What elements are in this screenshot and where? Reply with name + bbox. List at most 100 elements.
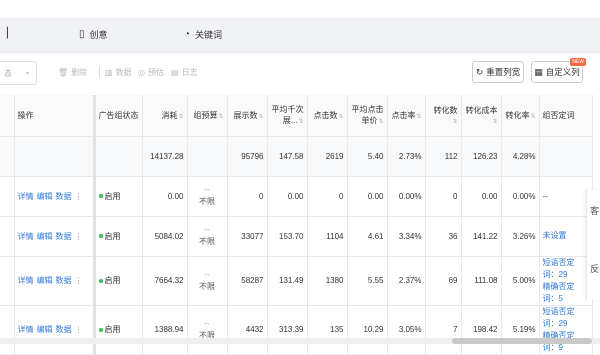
header-cpc[interactable]: 平均点击单价⇅: [347, 95, 388, 137]
negative-keyword-link[interactable]: 未设置: [543, 230, 589, 242]
totals-clicks: 2619: [307, 136, 348, 177]
sort-icon[interactable]: ⇅: [378, 119, 383, 125]
horizontal-scrollbar[interactable]: [0, 338, 600, 344]
sort-icon[interactable]: ⇅: [258, 114, 263, 120]
row-spend: 1388.94: [142, 305, 188, 355]
row-impressions: 33077: [227, 216, 268, 257]
header-cost-per-conv[interactable]: 转化成本⇅: [461, 95, 502, 137]
table-row: 详情 编辑 数据 ⋮ 启用 0.00 -- 不限 0 0.00 0 0.00 0.00% 0 0.00 0.0…: [0, 176, 593, 217]
row-budget: -- 不限: [187, 256, 228, 306]
scrollbar-thumb[interactable]: [452, 338, 592, 344]
status-text: 启用: [104, 191, 121, 201]
budget-dash: --: [204, 185, 210, 194]
header-ctr[interactable]: 点击率⇅: [387, 95, 426, 137]
delete-button[interactable]: 🗑 删除: [58, 67, 87, 78]
top-strip: [0, 0, 600, 18]
custom-columns-label: 自定义列: [545, 67, 580, 77]
row-clicks: 1380: [307, 256, 348, 306]
row-spend: 0.00: [142, 176, 188, 217]
row-cpm: 313.39: [267, 305, 308, 355]
header-spend[interactable]: 消耗⇅: [142, 95, 188, 137]
sort-icon[interactable]: ⇅: [298, 119, 303, 125]
ad-group-table: 操作 广告组状态 消耗⇅ 组预算⇅ 展示数⇅ 平均千次展...⇅ 点击数⇅ 平均…: [0, 95, 593, 355]
more-icon[interactable]: ⋮: [75, 232, 83, 241]
header-conversions[interactable]: 转化数⇅: [425, 95, 462, 137]
tab-keyword[interactable]: ◔ 关键词: [184, 28, 222, 41]
edit-link[interactable]: 编辑: [37, 192, 53, 201]
row-conversions: 69: [425, 256, 462, 306]
sort-icon[interactable]: ⇅: [178, 114, 183, 120]
header-budget[interactable]: 组预算⇅: [187, 95, 228, 137]
row-spacer: [0, 256, 15, 306]
row-cpc: 4.61: [347, 216, 388, 257]
negative-keyword-link[interactable]: 精确否定词：5: [543, 281, 589, 305]
side-widget[interactable]: 客 反: [586, 190, 600, 300]
row-spend: 7664.32: [142, 256, 188, 306]
row-cpm: 0.00: [267, 176, 308, 217]
detail-link[interactable]: 详情: [18, 325, 34, 334]
sort-icon[interactable]: ⇅: [530, 114, 535, 120]
detail-link[interactable]: 详情: [18, 192, 34, 201]
sort-icon[interactable]: ⇅: [452, 119, 457, 125]
edit-link[interactable]: 编辑: [37, 276, 53, 285]
header-impressions[interactable]: 展示数⇅: [227, 95, 268, 137]
row-spend: 5084.02: [142, 216, 188, 257]
header-cpm[interactable]: 平均千次展...⇅: [267, 95, 308, 137]
data-label: 数据: [115, 68, 132, 77]
status-dot-icon: [98, 194, 103, 199]
reset-columns-button[interactable]: ↻ 重置列宽: [472, 61, 524, 83]
sort-icon[interactable]: ⇅: [218, 114, 223, 120]
header-spacer: [0, 95, 15, 137]
custom-columns-button[interactable]: ▦ 自定义列 NEW: [531, 58, 586, 83]
header-status: 广告组状态: [94, 95, 143, 137]
compare-button[interactable]: ◎ 预估: [138, 67, 164, 78]
row-cpm: 131.49: [267, 256, 308, 306]
row-ctr: 0.00%: [387, 176, 426, 217]
totals-cpc: 5.40: [347, 136, 388, 177]
data-link[interactable]: 数据: [56, 192, 72, 201]
negative-keyword-link[interactable]: 短语否定词：29: [543, 257, 589, 281]
row-conv-rate: 0.00%: [501, 176, 540, 217]
data-link[interactable]: 数据: [56, 232, 72, 241]
sort-icon[interactable]: ⇅: [338, 114, 343, 120]
negative-keyword-link[interactable]: 短语否定词：29: [543, 306, 589, 330]
budget-text: 不限: [199, 197, 215, 206]
compare-label: 预估: [147, 68, 164, 77]
row-ctr: 3.34%: [387, 216, 426, 257]
data-button[interactable]: ▥ 数据: [105, 67, 132, 78]
keyword-icon: ◔: [184, 29, 191, 40]
log-icon: ▤: [171, 68, 179, 77]
chevron-down-icon: ⌄: [24, 67, 31, 76]
edit-link[interactable]: 编辑: [37, 232, 53, 241]
data-link[interactable]: 数据: [56, 325, 72, 334]
row-impressions: 4432: [227, 305, 268, 355]
detail-link[interactable]: 详情: [18, 232, 34, 241]
totals-actions: [14, 136, 96, 177]
row-actions: 详情 编辑 数据 ⋮: [14, 216, 96, 257]
reset-icon: ↻: [475, 66, 484, 77]
edit-link[interactable]: 编辑: [37, 325, 53, 334]
header-clicks[interactable]: 点击数⇅: [307, 95, 348, 137]
more-icon[interactable]: ⋮: [75, 276, 83, 285]
table-header: 操作 广告组状态 消耗⇅ 组预算⇅ 展示数⇅ 平均千次展...⇅ 点击数⇅ 平均…: [0, 95, 593, 137]
new-badge: NEW: [570, 58, 586, 66]
more-icon[interactable]: ⋮: [75, 192, 83, 201]
header-conv-rate[interactable]: 转化率⇅: [501, 95, 540, 137]
totals-status: [94, 136, 143, 177]
sort-icon[interactable]: ⇅: [492, 119, 497, 125]
tab-partial[interactable]: ▕: [0, 28, 13, 39]
totals-budget: [187, 136, 228, 177]
totals-spacer: [0, 136, 15, 177]
log-button[interactable]: ▤ 日志: [171, 67, 198, 78]
detail-link[interactable]: 详情: [18, 276, 34, 285]
row-cpc: 10.29: [347, 305, 388, 355]
row-conv-rate: 3.26%: [501, 216, 540, 257]
data-link[interactable]: 数据: [56, 276, 72, 285]
tab-creative[interactable]: ▯ 创意: [79, 28, 108, 41]
partial-tab-icon: ▕: [0, 28, 8, 39]
header-negatives: 组否定词: [539, 95, 593, 137]
status-select[interactable]: 态 ⌄: [0, 61, 37, 85]
sort-icon[interactable]: ⇅: [416, 114, 421, 120]
more-icon[interactable]: ⋮: [75, 325, 83, 334]
row-spacer: [0, 216, 15, 257]
